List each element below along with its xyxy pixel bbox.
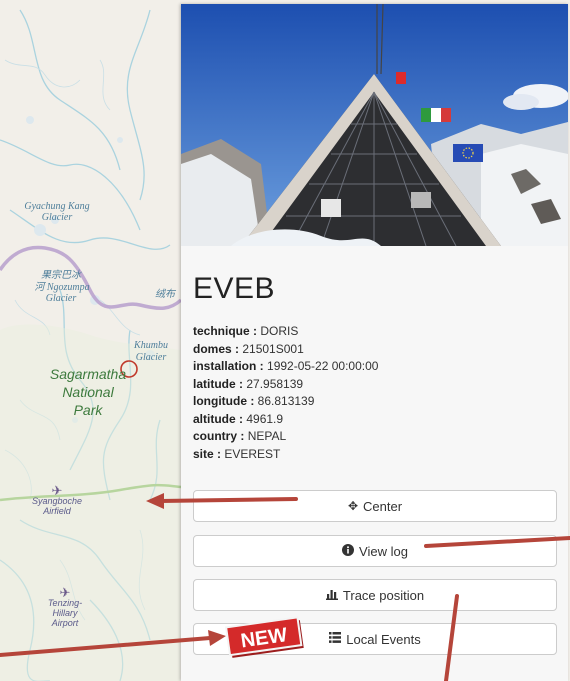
station-properties: technique : DORIS domes : 21501S001 inst… — [193, 323, 378, 463]
property-value: 1992-05-22 00:00:00 — [267, 359, 379, 373]
station-title: EVEB — [193, 272, 276, 305]
view-log-button[interactable]: View log — [193, 535, 557, 567]
local-events-button-label: Local Events — [346, 631, 421, 647]
info-circle-icon — [342, 543, 355, 559]
park-label-line1: Sagarmatha — [49, 366, 127, 382]
map-label-ngozumpa: 河 Ngozumpa — [34, 282, 90, 293]
property-row: installation : 1992-05-22 00:00:00 — [193, 359, 379, 373]
station-photo — [181, 4, 568, 246]
property-row: technique : DORIS — [193, 324, 299, 338]
property-key: site — [193, 446, 214, 461]
center-button-label: Center — [363, 498, 403, 514]
property-row: country : NEPAL — [193, 429, 287, 443]
airport-label-line3: Airport — [51, 618, 79, 628]
property-row: latitude : 27.958139 — [193, 376, 304, 391]
property-row: site : EVEREST — [193, 446, 281, 461]
airfield-label-line1: Syangboche — [31, 496, 83, 506]
property-value: 21501S001 — [242, 341, 304, 356]
map-label-chinese-2: 绒布 — [155, 289, 175, 300]
property-value: EVEREST — [224, 446, 281, 461]
property-key: domes — [193, 341, 232, 356]
tenzing-hillary-airport: ✈ Tenzing- Hillary Airport — [35, 585, 95, 628]
property-key: latitude — [193, 376, 236, 391]
park-label-line2: National — [62, 384, 114, 400]
property-key: country — [193, 429, 238, 443]
map-label-khumbu-glacier: Glacier — [135, 352, 167, 363]
property-row: altitude : 4961.9 — [193, 411, 284, 426]
list-icon — [329, 632, 342, 646]
property-key: technique — [193, 324, 250, 338]
property-value: DORIS — [260, 324, 299, 338]
trace-position-button[interactable]: Trace position — [193, 579, 557, 611]
airport-label-line1: Tenzing- — [47, 598, 83, 608]
trace-position-button-label: Trace position — [342, 587, 425, 603]
map-label-chinese: 果宗巴冰 — [41, 270, 81, 281]
property-value: 86.813139 — [257, 394, 315, 408]
move-arrows-icon: ✥ — [347, 499, 359, 513]
bar-chart-icon — [325, 588, 338, 603]
map-label-ngozumpa-glacier: Glacier — [45, 293, 77, 304]
property-value: NEPAL — [247, 429, 287, 443]
airport-label-line2: Hillary — [52, 608, 78, 618]
plane-icon: ✈ — [59, 585, 71, 600]
park-label-line3: Park — [73, 402, 103, 418]
view-log-button-label: View log — [359, 543, 408, 559]
new-badge: NEW — [224, 615, 308, 661]
property-key: longitude — [193, 394, 247, 408]
map-label-khumbu: Khumbu — [134, 340, 168, 351]
airfield-label-line2: Airfield — [43, 506, 71, 516]
property-value: 4961.9 — [246, 411, 284, 426]
property-key: installation — [193, 359, 257, 373]
property-key: altitude — [193, 411, 236, 426]
map-label-gyachung-glacier: Gyachung Kang Glacier — [24, 201, 90, 223]
center-button[interactable]: ✥ Center — [193, 490, 557, 522]
plane-icon: ✈ — [51, 483, 63, 498]
syangboche-airfield: ✈ Syangboche Airfield — [22, 483, 92, 516]
property-row: longitude : 86.813139 — [193, 394, 315, 408]
station-info-panel: EVEB technique : DORIS domes : 21501S001… — [181, 4, 568, 681]
property-row: domes : 21501S001 — [193, 341, 304, 356]
property-value: 27.958139 — [246, 376, 304, 391]
